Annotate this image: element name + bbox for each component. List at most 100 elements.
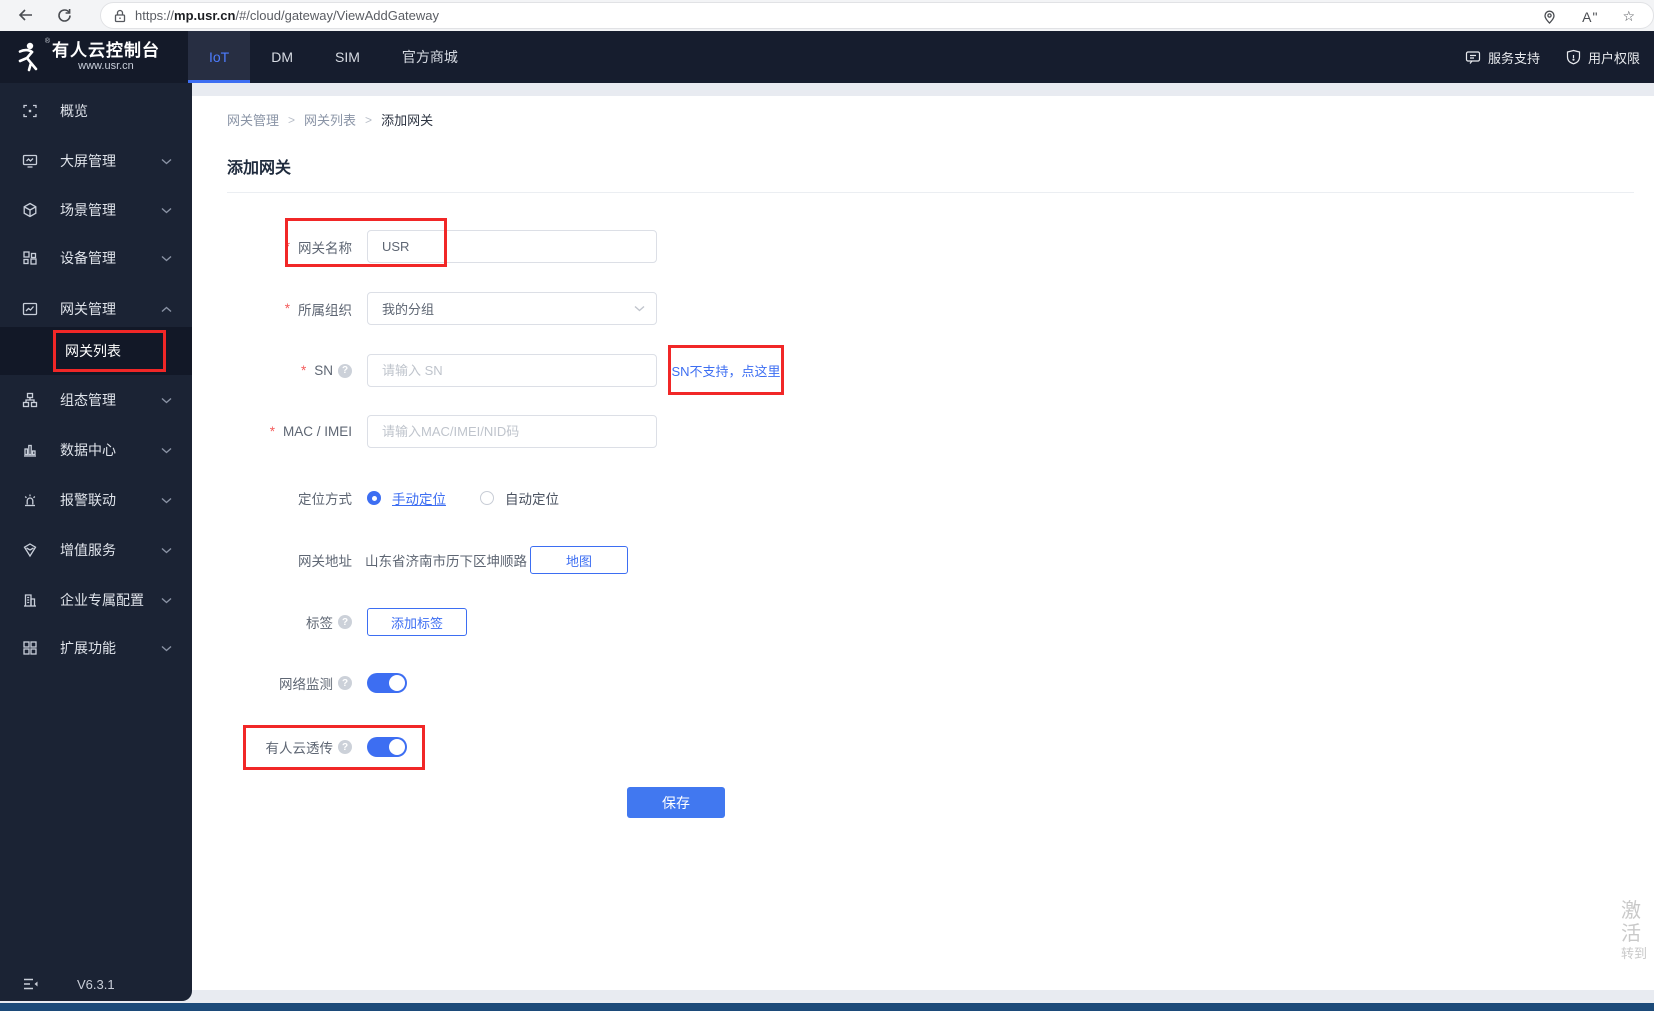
breadcrumb-separator: > — [365, 112, 373, 127]
sn-input[interactable] — [367, 354, 657, 387]
form-row-tags: 标签 添加标签 — [240, 608, 467, 636]
form-row-cloud-passthrough: 有人云透传 — [240, 736, 407, 758]
device-grid-icon — [22, 250, 38, 266]
cloud-passthrough-toggle[interactable] — [367, 737, 407, 757]
sidebar-item-scene-mgmt[interactable]: 场景管理 — [0, 190, 192, 230]
brand-subtitle: www.usr.cn — [78, 60, 134, 72]
favorite-star-icon[interactable]: ☆ — [1622, 8, 1635, 25]
building-icon — [22, 592, 38, 608]
manual-positioning-option[interactable]: 手动定位 — [392, 488, 446, 508]
app-header: ® 有人云控制台 www.usr.cn IoT DM SIM 官方商城 服务支持… — [0, 31, 1654, 83]
organization-selected-value: 我的分组 — [382, 302, 435, 317]
read-aloud-icon[interactable]: Aʺ — [1582, 9, 1598, 25]
gateway-chart-icon — [22, 301, 38, 317]
browser-back-icon[interactable] — [14, 3, 38, 27]
gem-icon — [22, 542, 38, 558]
form-row-address: 网关地址 山东省济南市历下区坤顺路 地图 — [240, 546, 628, 574]
chevron-down-icon — [161, 207, 172, 214]
browser-address-bar[interactable]: https://mp.usr.cn/#/cloud/gateway/ViewAd… — [100, 2, 1654, 29]
bottom-taskbar-strip — [0, 1003, 1654, 1011]
sidebar-item-overview[interactable]: 概览 — [0, 91, 192, 131]
sidebar-item-device-mgmt[interactable]: 设备管理 — [0, 238, 192, 278]
mac-label: MAC / IMEI — [240, 424, 352, 439]
browser-toolbar: https://mp.usr.cn/#/cloud/gateway/ViewAd… — [0, 0, 1654, 31]
chevron-down-icon — [161, 158, 172, 165]
positioning-label: 定位方式 — [298, 492, 352, 507]
geolocation-icon[interactable] — [1541, 8, 1558, 25]
network-monitor-toggle[interactable] — [367, 673, 407, 693]
version-label: V6.3.1 — [77, 976, 115, 992]
map-button[interactable]: 地图 — [530, 546, 628, 574]
sidebar-item-extended-functions[interactable]: 扩展功能 — [0, 628, 192, 668]
sidebar-item-screen-mgmt[interactable]: 大屏管理 — [0, 141, 192, 181]
help-question-icon[interactable] — [338, 615, 352, 629]
organization-label: 所属组织 — [240, 299, 352, 319]
sidebar-item-enterprise-config[interactable]: 企业专属配置 — [0, 580, 192, 620]
add-tag-button[interactable]: 添加标签 — [367, 608, 467, 636]
auto-positioning-radio[interactable] — [480, 491, 494, 505]
chat-bubble-icon — [1465, 50, 1481, 64]
tab-iot[interactable]: IoT — [188, 31, 251, 83]
page-title: 添加网关 — [227, 160, 292, 177]
form-row-sn: SN — [240, 354, 657, 387]
help-question-icon[interactable] — [338, 676, 352, 690]
manual-positioning-radio[interactable] — [367, 491, 381, 505]
highlight-box-sn-help: SN不支持，点这里 — [668, 345, 784, 395]
activation-watermark: 激活 转到 — [1621, 900, 1648, 961]
save-button[interactable]: 保存 — [627, 787, 725, 818]
tags-label: 标签 — [240, 612, 352, 632]
gateway-name-input[interactable] — [367, 230, 657, 263]
mac-input[interactable] — [367, 415, 657, 448]
chevron-down-icon — [161, 447, 172, 454]
network-monitor-label: 网络监测 — [240, 673, 352, 693]
breadcrumb-add-gateway: 添加网关 — [381, 113, 434, 128]
screen: https://mp.usr.cn/#/cloud/gateway/ViewAd… — [0, 0, 1654, 1011]
sn-not-supported-link[interactable]: SN不支持，点这里 — [671, 361, 780, 380]
registered-mark: ® — [44, 38, 50, 45]
form-row-positioning: 定位方式 手动定位 自动定位 — [240, 487, 559, 509]
sidebar-item-configuration-mgmt[interactable]: 组态管理 — [0, 380, 192, 420]
tab-official-store[interactable]: 官方商城 — [381, 31, 479, 83]
address-label: 网关地址 — [298, 554, 352, 569]
sidebar-item-gateway-mgmt[interactable]: 网关管理 — [0, 289, 192, 329]
sn-label: SN — [240, 363, 352, 378]
sidebar-item-alarm-linkage[interactable]: 报警联动 — [0, 480, 192, 520]
brand-logo[interactable]: ® 有人云控制台 www.usr.cn — [0, 31, 192, 83]
lock-icon — [114, 9, 126, 23]
title-divider — [227, 192, 1634, 193]
form-row-gateway-name: 网关名称 — [240, 230, 657, 263]
chevron-down-icon — [161, 597, 172, 604]
cloud-passthrough-label: 有人云透传 — [240, 737, 352, 757]
sidebar-item-data-center[interactable]: 数据中心 — [0, 430, 192, 470]
scene-hexagon-icon — [22, 202, 38, 218]
browser-refresh-icon[interactable] — [52, 3, 76, 27]
shield-icon — [1566, 49, 1581, 65]
sidebar-subitem-gateway-list[interactable]: 网关列表 — [0, 327, 192, 375]
chevron-down-icon — [161, 645, 172, 652]
auto-positioning-option[interactable]: 自动定位 — [505, 488, 559, 508]
breadcrumb: 网关管理 > 网关列表 > 添加网关 — [227, 110, 433, 129]
tab-sim[interactable]: SIM — [314, 31, 381, 83]
tab-dm[interactable]: DM — [250, 31, 314, 83]
help-question-icon[interactable] — [338, 363, 352, 378]
chevron-down-icon — [161, 547, 172, 554]
organization-select[interactable]: 我的分组 — [367, 292, 657, 325]
breadcrumb-separator: > — [288, 112, 296, 127]
apps-grid-icon — [22, 640, 38, 656]
breadcrumb-gateway-list[interactable]: 网关列表 — [304, 110, 356, 129]
help-question-icon[interactable] — [338, 740, 352, 754]
user-permission-button[interactable]: 用户权限 — [1566, 48, 1640, 67]
breadcrumb-gateway-mgmt[interactable]: 网关管理 — [227, 110, 279, 129]
service-support-button[interactable]: 服务支持 — [1465, 48, 1540, 67]
overview-icon — [22, 103, 38, 119]
bar-chart-icon — [22, 442, 38, 458]
select-caret-icon — [634, 305, 645, 312]
main-content-card: 网关管理 > 网关列表 > 添加网关 添加网关 网关名称 所属组织 我的分组 — [192, 96, 1654, 990]
chevron-down-icon — [161, 497, 172, 504]
url-text: https://mp.usr.cn/#/cloud/gateway/ViewAd… — [135, 8, 440, 23]
usr-person-icon: ® — [13, 38, 50, 73]
collapse-menu-icon[interactable] — [22, 977, 39, 991]
sidebar-item-value-added-services[interactable]: 增值服务 — [0, 530, 192, 570]
gateway-name-label: 网关名称 — [240, 237, 352, 257]
form-row-mac: MAC / IMEI — [240, 415, 657, 448]
